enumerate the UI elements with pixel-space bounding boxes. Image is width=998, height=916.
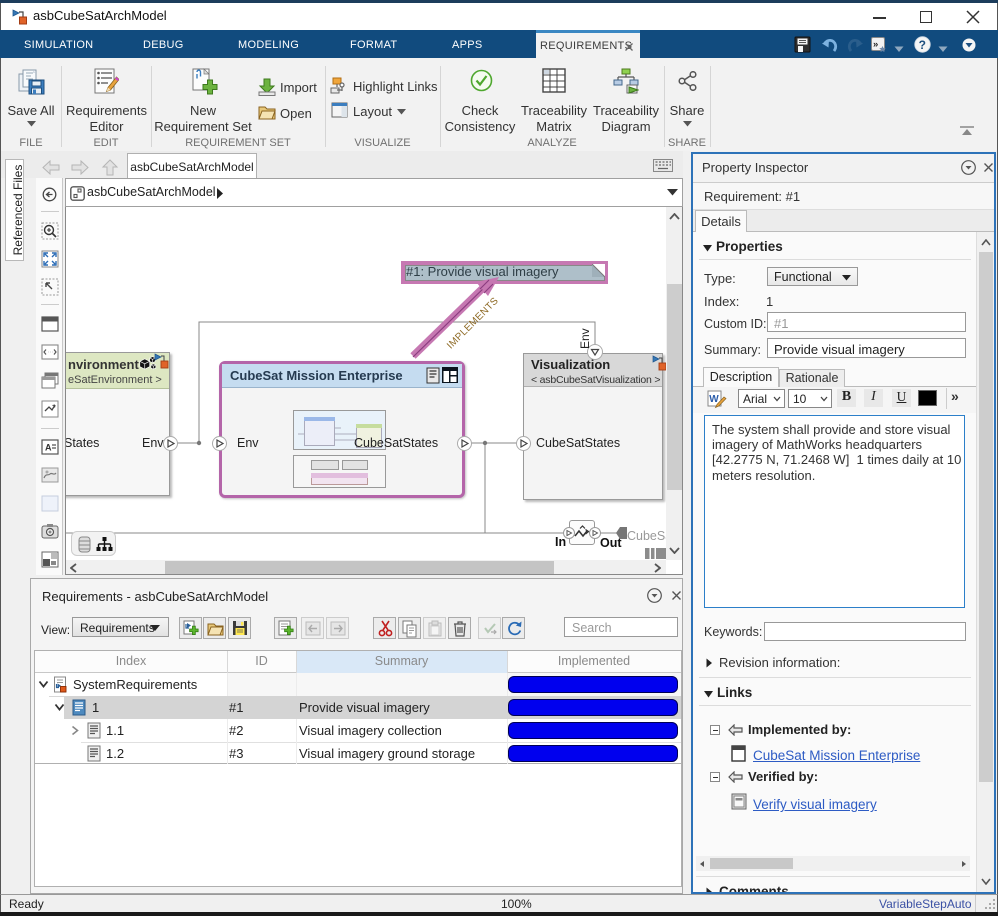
svg-text:?: ?: [919, 38, 927, 52]
svg-text:»: »: [873, 39, 879, 50]
svg-text:A: A: [45, 443, 52, 453]
